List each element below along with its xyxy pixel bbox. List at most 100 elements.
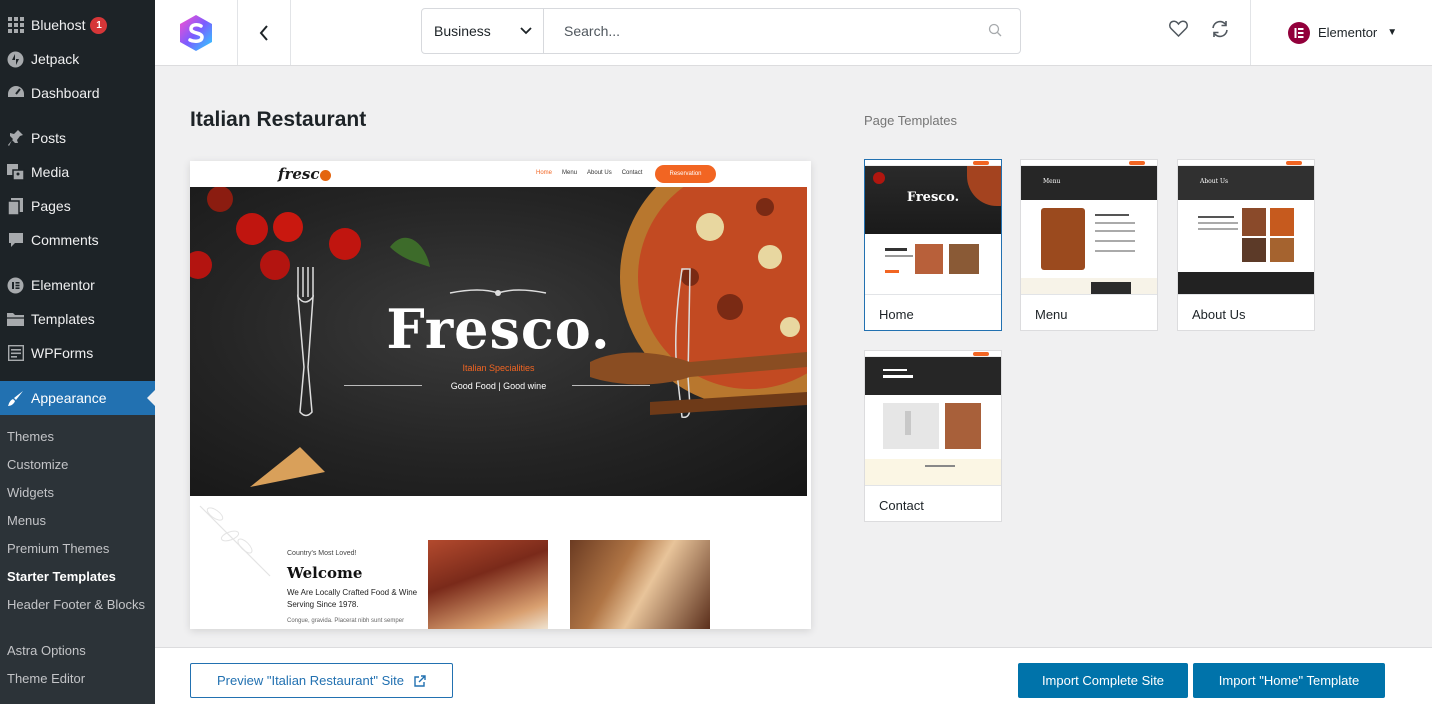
- submenu-item-header-footer-blocks[interactable]: Header Footer & Blocks: [7, 596, 147, 614]
- preview-tagline: Italian Specialities: [462, 363, 535, 373]
- sidebar-item-label: Comments: [31, 232, 99, 248]
- template-thumbnail: [865, 351, 1001, 486]
- submenu-item-theme-editor[interactable]: Theme Editor: [7, 670, 147, 688]
- external-link-icon: [414, 674, 426, 687]
- admin-sidebar: Bluehost 1 Jetpack Dashboard Posts Media…: [0, 0, 155, 704]
- sidebar-item-templates[interactable]: Templates: [0, 302, 155, 336]
- starter-templates-logo[interactable]: [155, 0, 238, 65]
- page-builder-label: Elementor: [1318, 25, 1378, 40]
- sidebar-item-appearance[interactable]: Appearance: [0, 381, 155, 415]
- preview-hero: Fresco. Italian Specialities Good Food |…: [190, 187, 807, 496]
- preview-pizza-photo: [428, 540, 548, 629]
- starter-templates-logo-icon: [180, 14, 212, 51]
- site-title: Italian Restaurant: [190, 108, 367, 131]
- submenu-item-astra-options[interactable]: Astra Options: [7, 642, 147, 660]
- sync-library-button[interactable]: [1210, 20, 1230, 43]
- template-card-menu[interactable]: Menu Menu: [1020, 159, 1158, 331]
- site-preview[interactable]: fresc Home Menu About Us Contact Reserva…: [190, 161, 811, 629]
- action-footer: Preview "Italian Restaurant" Site Import…: [155, 647, 1432, 704]
- preview-nav-links: Home Menu About Us Contact: [536, 170, 642, 176]
- sidebar-item-bluehost[interactable]: Bluehost 1: [0, 8, 155, 42]
- sidebar-item-pages[interactable]: Pages: [0, 189, 155, 223]
- sidebar-item-jetpack[interactable]: Jetpack: [0, 42, 155, 76]
- heart-icon: [1169, 20, 1188, 38]
- page-templates-heading: Page Templates: [864, 113, 957, 128]
- category-select[interactable]: Business: [422, 9, 544, 53]
- preview-site-button[interactable]: Preview "Italian Restaurant" Site: [190, 663, 453, 698]
- back-button[interactable]: [238, 0, 291, 65]
- search-input[interactable]: [544, 9, 1020, 53]
- pin-icon: [0, 129, 31, 147]
- sidebar-item-label: Pages: [31, 198, 71, 214]
- appearance-submenu: Themes Customize Widgets Menus Premium T…: [0, 415, 155, 704]
- sidebar-item-label: Dashboard: [31, 85, 100, 101]
- starter-templates-header: Business Elementor ▼: [155, 0, 1432, 66]
- import-template-button[interactable]: Import "Home" Template: [1193, 663, 1385, 698]
- sidebar-item-wpforms[interactable]: WPForms: [0, 336, 155, 370]
- sidebar-item-label: Templates: [31, 311, 95, 327]
- submenu-item-premium-themes[interactable]: Premium Themes: [7, 540, 147, 558]
- preview-logo: fresc: [278, 165, 332, 183]
- sidebar-item-label: Appearance: [31, 390, 107, 406]
- submenu-item-customize[interactable]: Customize: [7, 456, 147, 474]
- import-complete-site-button[interactable]: Import Complete Site: [1018, 663, 1188, 698]
- preview-brand-title: Fresco.: [386, 297, 611, 361]
- page-builder-dropdown[interactable]: Elementor ▼: [1250, 0, 1432, 65]
- template-card-about-us[interactable]: About Us About Us: [1177, 159, 1315, 331]
- folder-icon: [0, 312, 31, 327]
- preview-nav: fresc Home Menu About Us Contact Reserva…: [190, 161, 807, 187]
- chevron-left-icon: [259, 24, 268, 41]
- elementor-logo-icon: [1288, 21, 1310, 44]
- media-icon: [0, 163, 31, 181]
- notification-badge: 1: [90, 16, 108, 34]
- preview-nav-home: Home: [536, 170, 553, 176]
- comment-icon: [0, 232, 31, 248]
- preview-welcome-heading: Welcome: [287, 564, 363, 582]
- submenu-item-widgets[interactable]: Widgets: [7, 484, 147, 502]
- pages-icon: [0, 197, 31, 215]
- sidebar-item-media[interactable]: Media: [0, 155, 155, 189]
- preview-subtagline: Good Food | Good wine: [450, 381, 547, 391]
- template-card-contact[interactable]: Contact: [864, 350, 1002, 522]
- sidebar-item-label: WPForms: [31, 345, 94, 361]
- preview-nav-contact: Contact: [621, 170, 643, 176]
- preview-nav-about: About Us: [587, 170, 612, 176]
- preview-diners-photo: [570, 540, 710, 629]
- sidebar-item-posts[interactable]: Posts: [0, 121, 155, 155]
- preview-site-button-label: Preview "Italian Restaurant" Site: [217, 673, 404, 688]
- template-thumbnail: About Us: [1178, 160, 1314, 295]
- olive-branch-illustration: [199, 505, 271, 577]
- submenu-item-menus[interactable]: Menus: [7, 512, 147, 530]
- preview-nav-menu: Menu: [562, 170, 578, 176]
- jetpack-icon: [0, 51, 31, 68]
- preview-kicker: Country's Most Loved!: [287, 550, 357, 557]
- template-card-label: Contact: [879, 498, 924, 513]
- search-icon[interactable]: [988, 23, 1002, 37]
- forms-icon: [0, 345, 31, 361]
- sidebar-item-label: Bluehost: [31, 17, 86, 33]
- caret-down-icon: ▼: [1387, 27, 1398, 38]
- sidebar-item-dashboard[interactable]: Dashboard: [0, 76, 155, 110]
- submenu-item-themes[interactable]: Themes: [7, 428, 147, 446]
- favorites-button[interactable]: [1169, 20, 1188, 42]
- preview-intro-text: We Are Locally Crafted Food & Wine Servi…: [287, 588, 418, 609]
- grid-icon: [0, 17, 31, 33]
- template-thumbnail: Fresco.: [865, 160, 1001, 295]
- template-card-label: Home: [879, 307, 914, 322]
- preview-reservation-button: Reservation: [655, 165, 716, 183]
- category-select-value: Business: [434, 23, 491, 39]
- divider-line: [572, 385, 650, 386]
- sidebar-item-label: Posts: [31, 130, 67, 146]
- chevron-down-icon: [520, 27, 532, 35]
- template-card-home[interactable]: Fresco. Home: [864, 159, 1002, 331]
- dashboard-icon: [0, 85, 31, 101]
- pizza-icon: [320, 169, 332, 181]
- brush-icon: [0, 390, 31, 407]
- submenu-item-starter-templates[interactable]: Starter Templates: [7, 568, 147, 586]
- preview-welcome-section: Country's Most Loved! Welcome We Are Loc…: [190, 496, 807, 629]
- sidebar-item-comments[interactable]: Comments: [0, 223, 155, 257]
- sync-icon: [1212, 20, 1228, 38]
- preview-small-text: Congue, gravida. Placerat nibh sunt semp…: [287, 618, 405, 624]
- template-card-label: Menu: [1035, 307, 1068, 322]
- sidebar-item-elementor[interactable]: Elementor: [0, 268, 155, 302]
